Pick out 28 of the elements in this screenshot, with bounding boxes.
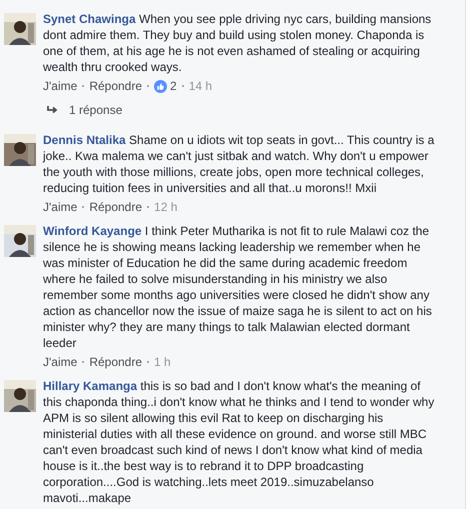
comment-text: Dennis Ntalika Shame on u idiots wit top seats in govt... This country is a joke.. Kwa malema we can't just sitbak and watch. Why don't u empower the youth with those millions, create jobs, open more technical colleges, reducing tuition fees in universities and all that..u morons!! Mxii — [43, 132, 436, 196]
reaction-count: 2 — [170, 78, 177, 95]
like-link[interactable]: J'aime — [43, 198, 78, 216]
author-link[interactable]: Synet Chawinga — [43, 12, 136, 26]
comment-text: Winford Kayange I think Peter Mutharika is not fit to rule Malawi coz the silence he is showing means lacking leadership we remember when he was minister of Education he did the same during academic freedom where he failed to solve misunderstanding in his ministry we also remember some months ago universities were closed he didn't show any action as chancellor now the issue of maize saga he is silent to act on his minister why? they are many things to talk Malawian elected dormant leeder — [43, 223, 433, 351]
reply-link[interactable]: Répondre — [89, 198, 142, 216]
comment-time: 12 h — [154, 199, 178, 216]
author-link[interactable]: Dennis Ntalika — [43, 133, 126, 147]
separator-dot — [147, 361, 150, 363]
comment-time: 1 h — [154, 354, 171, 371]
separator-dot — [82, 85, 84, 87]
comment-text: Hillary Kamanga this is so bad and I don't know what's the meaning of this chaponda thing..i don't know what he thinks and I tend to wonder why APM is so silent allowing this evil Rat to keep on discharging his ministerial duties with all these evidence on ground. and worse still MBC can't even broadcast such kind of news I don't know what kind of media house is it..the best way is to rebrand it to DPP broadcasting corporation....God is watching..lets meet 2019..simuzabelanso mavoti...makape — [43, 378, 436, 506]
like-link[interactable]: J'aime — [43, 353, 78, 371]
thumbs-up-icon — [154, 80, 168, 92]
reply-arrow-icon — [47, 105, 59, 115]
separator-dot — [82, 206, 84, 208]
separator-dot — [147, 206, 150, 208]
author-link[interactable]: Hillary Kamanga — [43, 379, 138, 393]
reply-link[interactable]: Répondre — [89, 77, 142, 95]
like-link[interactable]: J'aime — [43, 77, 78, 95]
replies-link[interactable]: 1 réponse — [69, 103, 122, 117]
comment-text: Synet Chawinga When you see pple driving nyc cars, building mansions dont admire them. They buy and build using stolen money. Chaponda is one of them, at his age he is not even ashamed of stealing or acquiring wealth thru crooked ways. — [43, 11, 432, 75]
author-link[interactable]: Winford Kayange — [43, 224, 142, 238]
separator-dot — [182, 85, 184, 87]
comment-time: 14 h — [188, 78, 212, 95]
reply-link[interactable]: Répondre — [89, 353, 142, 371]
separator-dot — [147, 85, 150, 87]
separator-dot — [82, 361, 84, 363]
